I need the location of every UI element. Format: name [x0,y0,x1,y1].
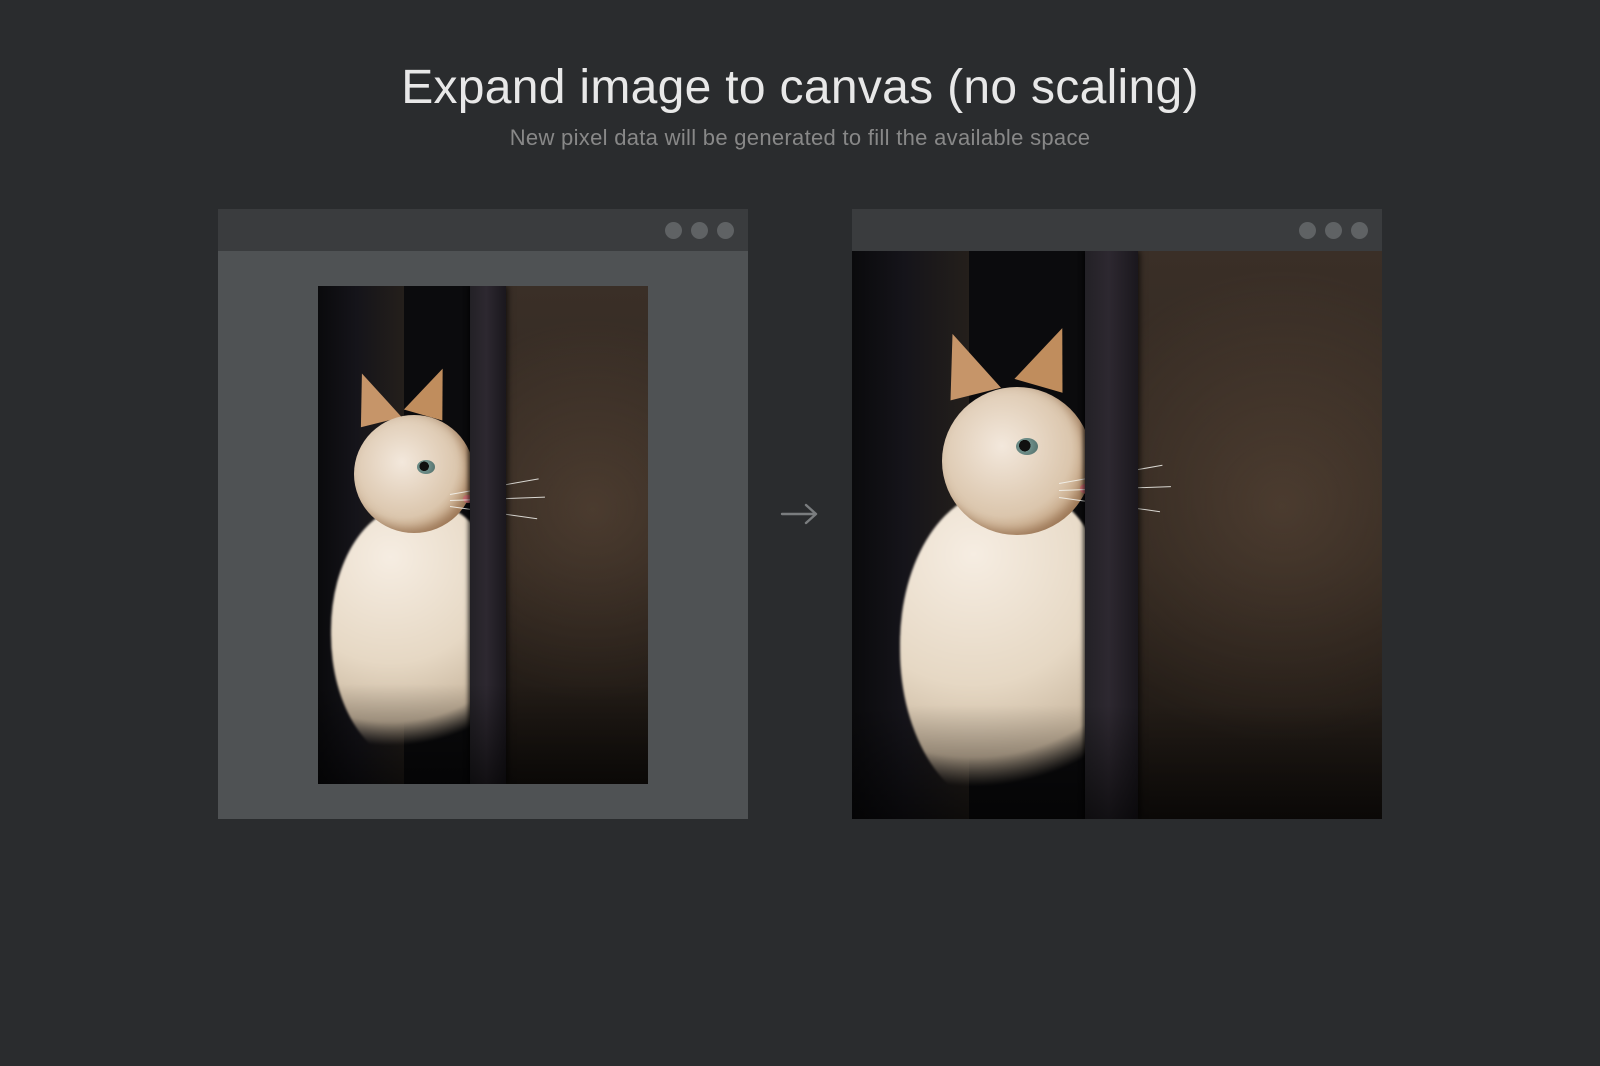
arrow-right-icon: → [780,501,820,527]
window-control-dot-icon [1299,222,1316,239]
window-before [218,209,748,819]
canvas-before [218,251,748,819]
window-control-dot-icon [665,222,682,239]
comparison-row: → [218,209,1382,819]
page-title: Expand image to canvas (no scaling) [401,60,1199,115]
window-control-dot-icon [691,222,708,239]
source-image [318,286,648,784]
window-after [852,209,1382,819]
page-subtitle: New pixel data will be generated to fill… [510,125,1091,151]
titlebar-after [852,209,1382,251]
window-control-dot-icon [717,222,734,239]
window-control-dot-icon [1325,222,1342,239]
titlebar-before [218,209,748,251]
expanded-image [852,251,1382,819]
canvas-after [852,251,1382,819]
window-control-dot-icon [1351,222,1368,239]
page: Expand image to canvas (no scaling) New … [0,0,1600,1066]
